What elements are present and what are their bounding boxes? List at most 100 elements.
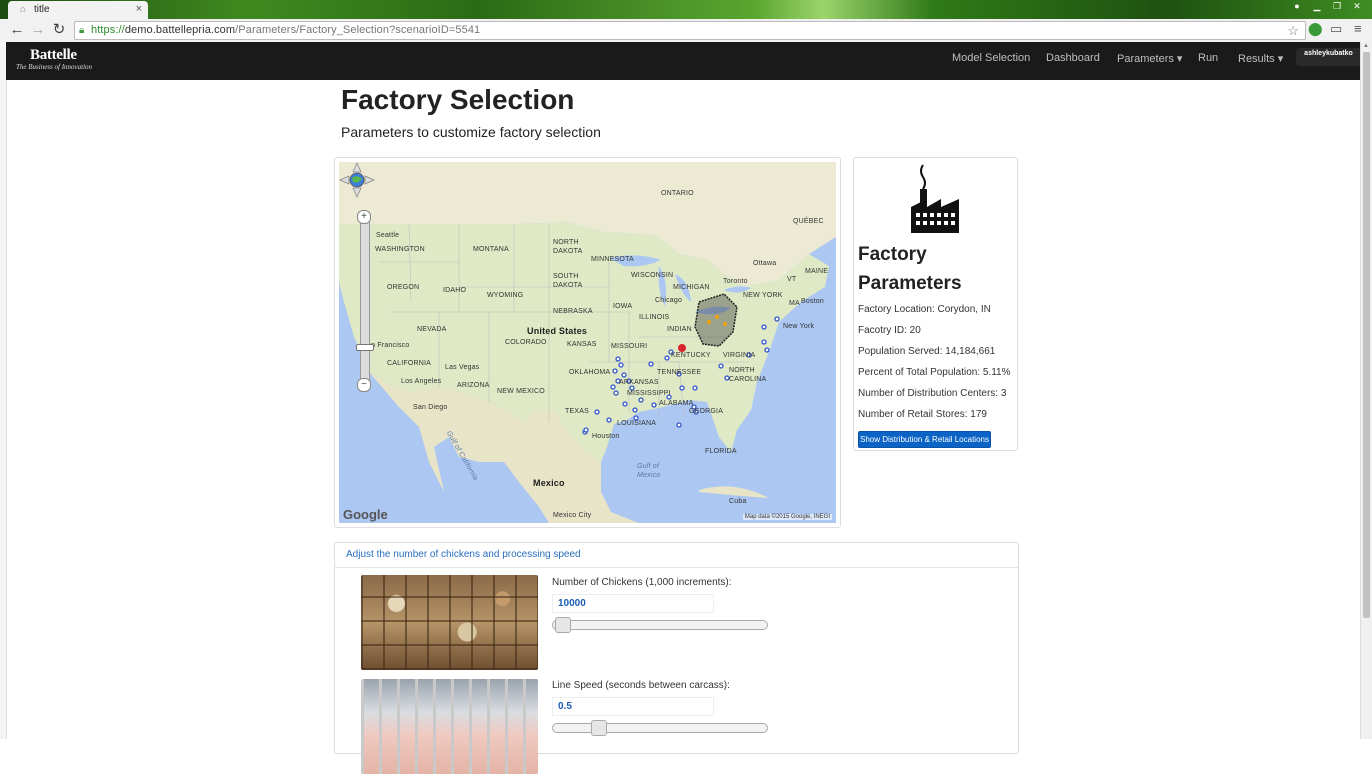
- map-label-iowa: IOWA: [613, 303, 633, 310]
- nav-parameters-dropdown[interactable]: Parameters ▾: [1117, 52, 1182, 65]
- map-label-idaho: IDAHO: [443, 287, 467, 294]
- chickens-slider-handle[interactable]: [555, 617, 571, 633]
- window-close-icon[interactable]: ✕: [1348, 0, 1366, 12]
- chickens-label: Number of Chickens (1,000 increments):: [552, 577, 732, 588]
- nav-model-selection[interactable]: Model Selection: [952, 52, 1030, 64]
- browser-toolbar: ← → ↻ 🔒︎ https://demo.battellepria.com/P…: [0, 19, 1372, 43]
- factory-parameters-card: Factory Parameters Factory Location: Cor…: [853, 157, 1018, 451]
- scroll-thumb[interactable]: [1363, 52, 1370, 618]
- map-label-montana: MONTANA: [473, 246, 509, 253]
- back-arrow-icon[interactable]: ←: [8, 21, 26, 39]
- map-label-michigan: MICHIGAN: [673, 284, 710, 291]
- browser-tab[interactable]: ⌂ title ×: [8, 1, 148, 19]
- map-label-chicago: Chicago: [655, 297, 683, 304]
- minimize-icon[interactable]: ▁: [1308, 0, 1326, 12]
- map-label-mexico: Mexico: [533, 478, 565, 488]
- factory-marker[interactable]: [678, 344, 686, 352]
- map-label-texas: TEXAS: [565, 408, 589, 415]
- retail-stores-count: Number of Retail Stores: 179: [858, 409, 987, 420]
- show-locations-button[interactable]: Show Distribution & Retail Locations: [858, 431, 991, 448]
- map-label-mexico-city: Mexico City: [553, 512, 592, 519]
- percent-population: Percent of Total Population: 5.11%: [858, 367, 1011, 378]
- map-label-florida: FLORIDA: [705, 448, 737, 455]
- line-speed-slider[interactable]: [552, 720, 768, 736]
- browser-tab-strip: ⌂ title × ● ▁ ❐ ✕: [0, 0, 1372, 19]
- map-label-new-york-state: NEW YORK: [743, 292, 783, 299]
- map-pan-control[interactable]: [339, 162, 375, 198]
- settings-header[interactable]: Adjust the number of chickens and proces…: [335, 543, 1018, 568]
- map-label-san-diego: San Diego: [413, 404, 448, 411]
- nav-dashboard[interactable]: Dashboard: [1046, 52, 1100, 64]
- page-favicon-icon: ⌂: [20, 4, 27, 15]
- factory-parameters-title: Factory Parameters: [858, 244, 962, 294]
- user-account-button[interactable]: ashleykubatko: [1296, 48, 1361, 66]
- chickens-input[interactable]: 10000: [552, 594, 714, 613]
- zoom-out-button[interactable]: −: [357, 378, 371, 392]
- extension-icon[interactable]: ⬤: [1308, 21, 1323, 37]
- map-attribution[interactable]: Map data ©2015 Google, INEGI: [742, 514, 832, 520]
- window-controls: ● ▁ ❐ ✕: [1288, 0, 1366, 14]
- chickens-slider[interactable]: [552, 617, 768, 633]
- map-label-missouri: MISSOURI: [611, 343, 648, 350]
- bookmark-star-icon[interactable]: ☆: [1287, 22, 1299, 39]
- map-label-ma: MA: [789, 300, 800, 307]
- map-label-north-carolina: NORTH CAROLINA: [729, 367, 767, 383]
- map-label-indiana: INDIAN: [667, 326, 692, 333]
- map-label-arkansas: ARKANSAS: [619, 379, 659, 386]
- map-label-toronto: Toronto: [723, 278, 748, 285]
- scroll-up-icon[interactable]: ▲: [1363, 43, 1369, 49]
- chicken-settings-panel: Adjust the number of chickens and proces…: [334, 542, 1019, 774]
- chicken-cages-image: [361, 575, 538, 670]
- tab-close-icon[interactable]: ×: [136, 3, 142, 15]
- page-subtitle: Parameters to customize factory selectio…: [341, 124, 601, 140]
- maximize-icon[interactable]: ❐: [1328, 0, 1346, 12]
- app-navbar: Battelle The Business of Innovation Mode…: [6, 42, 1361, 80]
- zoom-slider-handle[interactable]: [356, 344, 374, 351]
- map-label-united-states: United States: [527, 326, 588, 336]
- map-label-louisiana: LOUISIANA: [617, 420, 657, 427]
- nav-results-dropdown[interactable]: Results ▾: [1238, 52, 1283, 65]
- processing-line-image: [361, 679, 538, 774]
- map-label-nebraska: NEBRASKA: [553, 308, 593, 315]
- map-label-minnesota: MINNESOTA: [591, 256, 634, 263]
- brand-name: Battelle: [30, 47, 77, 63]
- map-panel: ONTARIO NORTH DAKOTA MINNESOTA QUÉBEC Se…: [334, 157, 841, 528]
- reload-icon[interactable]: ↻: [50, 21, 68, 39]
- map-label-maine: MAINE: [805, 268, 829, 275]
- forward-arrow-icon[interactable]: →: [29, 21, 47, 39]
- lock-icon: 🔒︎: [79, 25, 85, 36]
- page-scrollbar[interactable]: ▲: [1360, 42, 1372, 739]
- map-label-new-york-city: New York: [783, 323, 815, 330]
- factory-icon: [911, 164, 959, 233]
- map-label-boston: Boston: [801, 298, 824, 305]
- url-text: https://demo.battellepria.com/Parameters…: [91, 24, 481, 36]
- map-label-oklahoma: OKLAHOMA: [569, 369, 611, 376]
- settings-header-link[interactable]: Adjust the number of chickens and proces…: [346, 549, 581, 560]
- cast-icon[interactable]: ▭: [1330, 21, 1342, 37]
- zoom-in-button[interactable]: +: [357, 210, 371, 224]
- map-label-wyoming: WYOMING: [487, 292, 524, 299]
- user-profile-icon[interactable]: ●: [1288, 0, 1306, 12]
- left-edge-panel: [0, 42, 7, 739]
- brand-logo[interactable]: Battelle The Business of Innovation: [16, 47, 92, 71]
- page-title: Factory Selection: [341, 84, 575, 115]
- map-label-quebec: QUÉBEC: [793, 218, 824, 225]
- google-logo[interactable]: Google: [343, 507, 388, 522]
- map-label-kentucky: KENTUCKY: [671, 352, 711, 359]
- line-speed-input[interactable]: 0.5: [552, 697, 714, 716]
- map-label-mississippi: MISSISSIPPI: [627, 390, 671, 397]
- address-bar[interactable]: 🔒︎ https://demo.battellepria.com/Paramet…: [74, 21, 1306, 40]
- map-label-arizona: ARIZONA: [457, 382, 490, 389]
- map-label-california: CALIFORNIA: [387, 360, 432, 367]
- menu-icon[interactable]: ≡: [1354, 21, 1362, 36]
- map-label-washington: WASHINGTON: [375, 246, 425, 253]
- map-zoom-slider[interactable]: [360, 214, 370, 388]
- map-label-colorado: COLORADO: [505, 339, 547, 346]
- map-label-kansas: KANSAS: [567, 341, 597, 348]
- map-label-tennessee: TENNESSEE: [657, 369, 702, 376]
- line-speed-slider-handle[interactable]: [591, 720, 607, 736]
- map-label-seattle: Seattle: [376, 232, 400, 239]
- factory-map[interactable]: ONTARIO NORTH DAKOTA MINNESOTA QUÉBEC Se…: [339, 162, 836, 523]
- map-label-gulf-of-mexico: Gulf of Mexico: [637, 463, 661, 479]
- nav-run[interactable]: Run: [1198, 52, 1218, 64]
